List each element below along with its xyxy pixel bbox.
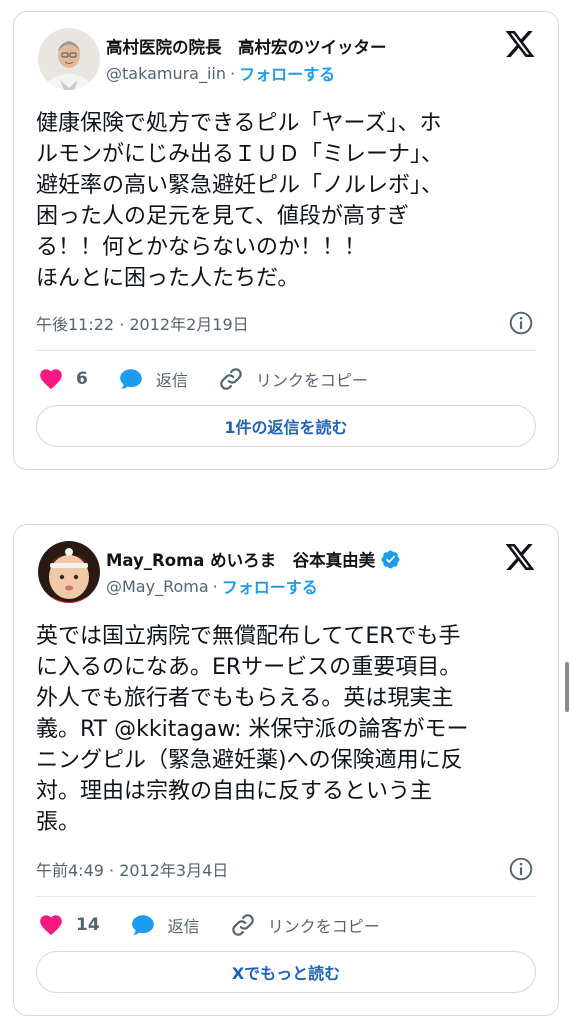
tweet-text-line: 義。RT @kkitagaw: 米保守派の論客がモー <box>36 717 469 742</box>
display-name[interactable]: 高村医院の院長 高村宏のツイッター <box>106 34 387 58</box>
divider <box>36 896 536 897</box>
tweet-text-line: 健康保険で処方できるピル「ヤーズ」、ホ <box>36 111 442 136</box>
display-name[interactable]: May_Roma めいろま 谷本真由美 <box>106 547 401 571</box>
heart-icon <box>40 369 62 390</box>
timestamp[interactable]: 午後11:22 · 2012年2月19日 <box>36 312 249 334</box>
x-logo-icon[interactable] <box>504 541 536 573</box>
follow-button[interactable]: フォローする <box>239 61 335 85</box>
tweet-text-line: ほんとに困った人たちだ。 <box>36 266 300 291</box>
reply-button[interactable]: 返信 <box>130 912 200 938</box>
action-bar: 6 返信 リンクをコピー <box>38 364 398 394</box>
scrollbar[interactable] <box>565 662 569 712</box>
separator-dot: · <box>212 576 218 596</box>
like-button[interactable]: 14 <box>38 912 100 938</box>
like-button[interactable]: 6 <box>38 366 88 392</box>
copy-link-label: リンクをコピー <box>267 917 380 936</box>
display-name-text[interactable]: 高村医院の院長 高村宏のツイッター <box>106 34 387 58</box>
display-name-text[interactable]: May_Roma めいろま 谷本真由美 <box>106 547 375 571</box>
read-replies-button[interactable]: 1件の返信を読む <box>36 405 536 447</box>
reply-bubble-icon <box>120 369 142 389</box>
like-count: 6 <box>76 369 88 389</box>
divider <box>36 350 536 351</box>
tweet-card-2: May_Roma めいろま 谷本真由美 @May_Roma · フォローする 英… <box>13 524 559 1016</box>
timestamp[interactable]: 午前4:49 · 2012年3月4日 <box>36 858 228 880</box>
read-more-on-x-button[interactable]: Xでもっと読む <box>36 951 536 993</box>
timestamp-text[interactable]: 午前4:49 · 2012年3月4日 <box>36 857 228 881</box>
handle-line: @takamura_iin · フォローする <box>106 61 335 85</box>
handle-line: @May_Roma · フォローする <box>106 574 318 598</box>
tweet-text-line: 対。理由は宗教の自由に反するという主 <box>36 779 433 804</box>
tweet-text-line: 避妊率の高い緊急避妊ピル「ノルレボ」、 <box>36 173 444 198</box>
tweet-text-line: る！！何とかならないのか！！！ <box>36 235 367 260</box>
tweet-text: 健康保険で処方できるピル「ヤーズ」、ホ ルモンがにじみ出るＩＵＤ「ミレーナ」、 … <box>36 108 540 294</box>
read-more-label: Xでもっと読む <box>231 964 341 983</box>
tweet-text-line: 張。 <box>36 810 81 835</box>
handle[interactable]: @takamura_iin <box>106 64 226 83</box>
tweet-text-line: 外人でも旅行者でももらえる。英は現実主 <box>36 686 454 711</box>
timestamp-text[interactable]: 午後11:22 · 2012年2月19日 <box>36 311 249 335</box>
link-icon <box>220 368 242 390</box>
handle[interactable]: @May_Roma <box>106 577 209 596</box>
tweet-text-line: ルモンがにじみ出るＩＵＤ「ミレーナ」、 <box>36 142 444 167</box>
like-count: 14 <box>76 915 100 935</box>
avatar[interactable] <box>38 28 100 90</box>
copy-link-label: リンクをコピー <box>255 371 368 390</box>
reply-button[interactable]: 返信 <box>118 366 188 392</box>
verified-badge-icon <box>380 549 401 570</box>
copy-link-button[interactable]: リンクをコピー <box>218 366 368 392</box>
tweet-text-line: 困った人の足元を見て、値段が高すぎ <box>36 204 409 229</box>
reply-label: 返信 <box>167 917 200 936</box>
tweet-text: 英では国立病院で無償配布しててERでも手 に入るのになあ。ERサービスの重要項目… <box>36 621 540 838</box>
link-icon <box>231 914 254 936</box>
follow-button[interactable]: フォローする <box>222 574 318 598</box>
tweet-card-1: 高村医院の院長 高村宏のツイッター @takamura_iin · フォローする… <box>13 11 559 470</box>
action-bar: 14 返信 リンクをコピー <box>38 910 410 940</box>
reply-label: 返信 <box>155 371 188 390</box>
avatar[interactable] <box>38 541 100 603</box>
tweet-text-line: 英では国立病院で無償配布しててERでも手 <box>36 624 461 649</box>
x-logo-icon[interactable] <box>504 28 536 60</box>
read-replies-label: 1件の返信を読む <box>224 418 348 437</box>
separator-dot: · <box>230 63 236 83</box>
tweet-text-line: に入るのになあ。ERサービスの重要項目。 <box>36 655 462 680</box>
heart-icon <box>40 915 62 936</box>
copy-link-button[interactable]: リンクをコピー <box>230 912 380 938</box>
reply-bubble-icon <box>131 915 154 935</box>
tweet-text-line: ニングピル（緊急避妊薬)への保険適用に反 <box>36 748 463 773</box>
info-icon[interactable] <box>508 856 534 882</box>
info-icon[interactable] <box>508 310 534 336</box>
